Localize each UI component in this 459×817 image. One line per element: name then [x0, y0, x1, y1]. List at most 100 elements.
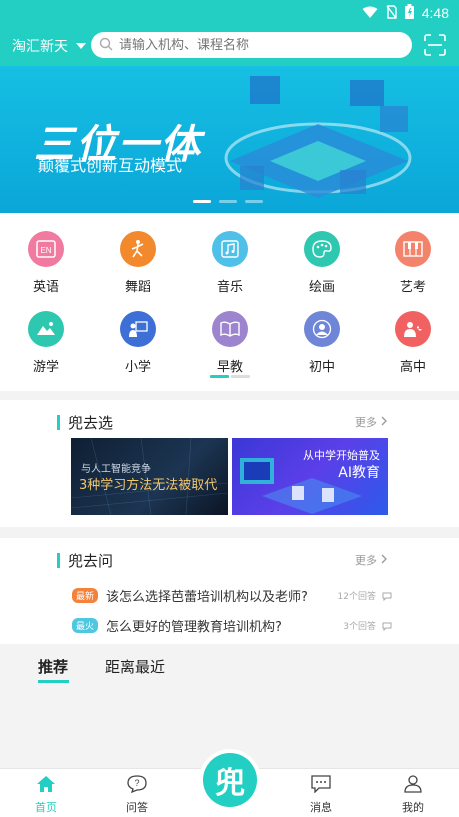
category-label: 英语 [32, 280, 59, 295]
comment-icon [382, 586, 392, 605]
category-label: 舞蹈 [124, 280, 151, 295]
category-early-education[interactable]: 早教 [195, 311, 265, 375]
book-icon [212, 311, 248, 347]
article-line1: 与人工智能竞争 [81, 464, 151, 475]
category-primary-school[interactable]: 小学 [103, 311, 173, 375]
music-icon [212, 231, 248, 267]
people-icon [395, 311, 431, 347]
dance-icon [120, 231, 156, 267]
search-input[interactable] [119, 37, 399, 53]
school-icon [120, 311, 156, 347]
center-logo-button[interactable]: 兜 [199, 749, 261, 811]
category-label: 绘画 [308, 280, 335, 295]
category-label: 早教 [216, 360, 243, 375]
category-label: 小学 [124, 360, 151, 375]
category-pager [210, 375, 250, 378]
nav-label: 问答 [126, 801, 148, 814]
caret-down-icon [76, 43, 86, 49]
nav-qa[interactable]: ? 问答 [112, 775, 162, 815]
section-title-text: 兜去问 [68, 552, 114, 570]
answer-count: 12个回答 [337, 591, 376, 602]
question-text: 该怎么选择芭蕾培训机构以及老师? [106, 589, 308, 605]
category-music[interactable]: 音乐 [195, 231, 265, 295]
app-header: 4:48 淘汇新天 [0, 0, 459, 66]
svg-text:EN: EN [40, 246, 51, 255]
section-title: 兜去选 [57, 412, 113, 433]
category-label: 初中 [308, 360, 335, 375]
question-text: 怎么更好的管理教育培训机构? [106, 619, 282, 635]
chevron-right-icon [381, 554, 387, 567]
english-icon: EN [28, 231, 64, 267]
wifi-icon [362, 4, 378, 23]
category-painting[interactable]: 绘画 [287, 231, 357, 295]
landscape-icon [28, 311, 64, 347]
section-ask: 兜去问 更多 最新 该怎么选择芭蕾培训机构以及老师? 12个回答 最火 怎么更好… [0, 538, 459, 644]
category-art-exam[interactable]: 艺考 [378, 231, 448, 295]
nav-label: 我的 [402, 801, 424, 814]
home-icon [36, 776, 56, 797]
piano-icon [395, 231, 431, 267]
more-link[interactable]: 更多 [355, 552, 387, 568]
category-label: 音乐 [216, 280, 243, 295]
pager-dot [231, 375, 250, 378]
article-line1: 从中学开始普及 [303, 449, 380, 462]
no-sim-icon [386, 4, 397, 23]
student-icon [304, 311, 340, 347]
category-junior-high[interactable]: 初中 [287, 311, 357, 375]
tab-indicator [38, 680, 69, 683]
category-senior-high[interactable]: 高中 [378, 311, 448, 375]
badge-hottest: 最火 [72, 617, 99, 633]
tab-nearest[interactable]: 距离最近 [105, 656, 165, 677]
search-icon [99, 36, 113, 55]
center-logo: 兜 [203, 753, 257, 807]
article-card-ai-education[interactable]: 从中学开始普及 AI教育 [232, 438, 388, 515]
category-label: 高中 [399, 360, 426, 375]
battery-icon [404, 3, 414, 23]
more-label: 更多 [355, 554, 377, 567]
tab-recommended[interactable]: 推荐 [38, 656, 68, 677]
article-card-ai-competition[interactable]: 与人工智能竞争 3种学习方法无法被取代 [71, 438, 228, 515]
banner-pager [193, 200, 263, 203]
palette-icon [304, 231, 340, 267]
nav-mine[interactable]: 我的 [388, 775, 438, 815]
banner-subtitle: 颠覆式创新互动模式 [38, 156, 183, 175]
search-bar[interactable] [91, 32, 412, 58]
banner-dot[interactable] [193, 200, 211, 203]
scan-icon[interactable] [424, 34, 446, 56]
more-label: 更多 [355, 416, 377, 429]
nav-label: 消息 [310, 801, 332, 814]
category-dance[interactable]: 舞蹈 [103, 231, 173, 295]
badge-newest: 最新 [72, 587, 99, 603]
chevron-right-icon [381, 416, 387, 429]
category-english[interactable]: EN 英语 [11, 231, 81, 295]
nav-messages[interactable]: 消息 [296, 775, 346, 815]
category-study-tour[interactable]: 游学 [11, 311, 81, 375]
promo-banner[interactable]: 三位一体 颠覆式创新互动模式 [0, 66, 459, 213]
article-line2: AI教育 [338, 465, 380, 481]
nav-home[interactable]: 首页 [21, 775, 71, 815]
section-title-text: 兜去选 [68, 414, 114, 432]
category-label: 艺考 [399, 280, 426, 295]
nav-label: 首页 [35, 801, 57, 814]
city-selector[interactable]: 淘汇新天 [12, 36, 86, 56]
section-title: 兜去问 [57, 550, 113, 571]
question-bubble-icon: ? [127, 775, 147, 797]
status-bar: 4:48 [362, 3, 449, 23]
banner-dot[interactable] [245, 200, 263, 203]
status-time: 4:48 [421, 5, 449, 21]
svg-text:?: ? [134, 778, 139, 788]
article-line2: 3种学习方法无法被取代 [79, 478, 218, 493]
title-accent-bar [57, 415, 60, 430]
section-choose: 兜去选 更多 与人工智能竞争 3种学习方法无法被取代 从中学开始普及 AI教育 [0, 400, 459, 527]
category-label: 游学 [32, 360, 59, 375]
more-link[interactable]: 更多 [355, 414, 387, 430]
title-accent-bar [57, 553, 60, 568]
banner-dot[interactable] [219, 200, 237, 203]
question-item[interactable]: 最火 怎么更好的管理教育培训机构? 3个回答 [72, 615, 392, 635]
pager-dot [210, 375, 229, 378]
comment-icon [382, 616, 392, 635]
question-item[interactable]: 最新 该怎么选择芭蕾培训机构以及老师? 12个回答 [72, 585, 392, 605]
city-label: 淘汇新天 [12, 39, 68, 55]
category-grid: EN 英语 舞蹈 音乐 绘画 艺考 游学 小学 早教 初中 高中 [0, 213, 459, 391]
user-icon [403, 775, 423, 797]
